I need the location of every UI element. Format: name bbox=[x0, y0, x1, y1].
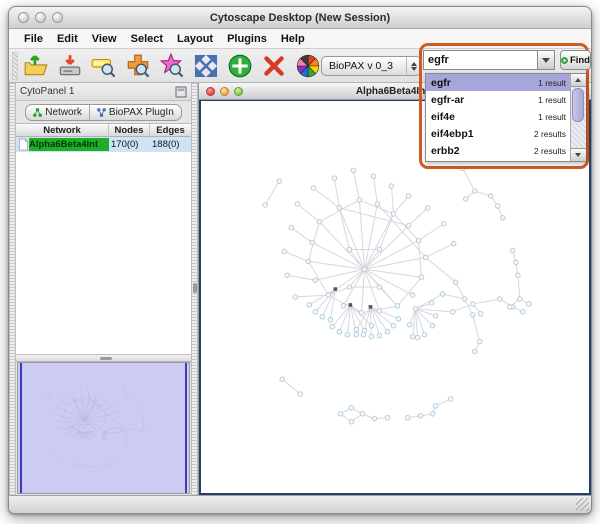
search-result-row[interactable]: eif4e1 result bbox=[426, 108, 570, 125]
find-button[interactable]: Find bbox=[560, 50, 591, 70]
search-dropdown-arrow-icon[interactable] bbox=[537, 50, 555, 70]
table-row[interactable]: Alpha6Beta4Int 170(0) 188(0) bbox=[16, 137, 191, 152]
network-table-header: NetworkNodesEdges bbox=[16, 123, 191, 137]
find-play-icon bbox=[561, 55, 568, 66]
add-icon bbox=[227, 53, 253, 79]
search-results-list: egfr1 resultegfr-ar1 resulteif4e1 result… bbox=[426, 74, 570, 161]
search-result-row[interactable]: eif4ebp12 results bbox=[426, 125, 570, 142]
result-term: eif4e bbox=[431, 111, 538, 123]
column-header-nodes[interactable]: Nodes bbox=[109, 124, 150, 136]
nodes-count-cell: 170(0) bbox=[109, 139, 150, 150]
network-name-cell: Alpha6Beta4Int bbox=[29, 138, 109, 151]
search-combo bbox=[423, 50, 555, 70]
status-bar bbox=[9, 495, 591, 513]
scroll-down-icon[interactable] bbox=[571, 148, 586, 161]
window-title: Cytoscape Desktop (New Session) bbox=[9, 7, 591, 29]
zoom-selected-region-icon bbox=[159, 53, 185, 79]
delete-icon bbox=[261, 53, 287, 79]
document-icon bbox=[18, 138, 29, 151]
dropdown-scrollbar[interactable] bbox=[570, 74, 585, 161]
column-header-edges[interactable]: Edges bbox=[150, 124, 191, 136]
zoom-in-icon bbox=[125, 53, 151, 79]
menu-select[interactable]: Select bbox=[124, 29, 170, 49]
menu-file[interactable]: File bbox=[17, 29, 50, 49]
panel-divider-strip[interactable] bbox=[191, 83, 198, 495]
toolbar-icons bbox=[21, 51, 323, 81]
network-table-area bbox=[16, 152, 191, 355]
search-input[interactable] bbox=[423, 50, 537, 70]
find-button-label: Find bbox=[570, 55, 590, 66]
menu-view[interactable]: View bbox=[85, 29, 124, 49]
edges-count-cell: 188(0) bbox=[150, 139, 191, 150]
search-results-dropdown: egfr1 resultegfr-ar1 resulteif4e1 result… bbox=[425, 73, 586, 162]
birdseye-overview[interactable] bbox=[17, 362, 190, 494]
network-tab-icon bbox=[33, 108, 42, 117]
result-count: 2 results bbox=[534, 129, 566, 139]
result-term: egfr-ar bbox=[431, 94, 538, 106]
menu-help[interactable]: Help bbox=[274, 29, 312, 49]
toolbar-drag-handle[interactable] bbox=[12, 52, 18, 80]
overview-network-thumbnail bbox=[22, 366, 170, 490]
tab-segment-control: NetworkBioPAX PlugIn bbox=[25, 104, 182, 121]
delete-button[interactable] bbox=[259, 51, 289, 81]
left-dock-strip[interactable] bbox=[9, 83, 16, 495]
biopax-tab-icon bbox=[97, 108, 106, 117]
search-result-row[interactable]: erbb22 results bbox=[426, 142, 570, 159]
menu-edit[interactable]: Edit bbox=[50, 29, 85, 49]
cytopanel-tabbar: NetworkBioPAX PlugIn bbox=[16, 101, 191, 123]
scrollbar-thumb[interactable] bbox=[572, 88, 584, 122]
vizmapper-wheel-button[interactable] bbox=[293, 51, 323, 81]
tab-biopax-plugin[interactable]: BioPAX PlugIn bbox=[89, 105, 181, 120]
scroll-up-icon[interactable] bbox=[571, 74, 586, 87]
horizontal-splitter[interactable] bbox=[16, 355, 191, 362]
scrollbar-track[interactable] bbox=[571, 87, 586, 148]
result-term: egfr bbox=[431, 77, 538, 89]
zoom-in-button[interactable] bbox=[123, 51, 153, 81]
result-count: 1 result bbox=[538, 112, 566, 122]
cytopanel-title: CytoPanel 1 bbox=[20, 86, 175, 97]
zoom-selected-region-button[interactable] bbox=[157, 51, 187, 81]
float-panel-icon[interactable] bbox=[175, 86, 187, 98]
result-term: eif4ebp1 bbox=[431, 128, 534, 140]
vizmapper-wheel-icon bbox=[295, 53, 321, 79]
popup-stepper-icon bbox=[406, 57, 420, 75]
view-rect-right-edge bbox=[185, 363, 187, 493]
tab-network[interactable]: Network bbox=[26, 105, 89, 120]
save-session-icon bbox=[57, 53, 83, 79]
menu-plugins[interactable]: Plugins bbox=[220, 29, 274, 49]
result-count: 1 result bbox=[538, 95, 566, 105]
zoom-fit-selected-icon bbox=[91, 53, 117, 79]
search-result-row[interactable]: egfr1 result bbox=[426, 74, 570, 91]
fit-content-icon bbox=[193, 53, 219, 79]
app-window: Cytoscape Desktop (New Session) FileEdit… bbox=[8, 6, 592, 514]
result-term: erbb2 bbox=[431, 145, 534, 157]
result-count: 2 results bbox=[534, 146, 566, 156]
zoom-fit-selected-button[interactable] bbox=[89, 51, 119, 81]
result-count: 1 result bbox=[538, 78, 566, 88]
cytopanel: CytoPanel 1 NetworkBioPAX PlugIn Network… bbox=[16, 83, 191, 495]
import-network-button[interactable] bbox=[21, 51, 51, 81]
menu-bar: FileEditViewSelectLayoutPluginsHelp bbox=[9, 29, 591, 49]
save-session-button[interactable] bbox=[55, 51, 85, 81]
biopax-version-label: BioPAX v 0_3 bbox=[329, 60, 406, 72]
resize-grip-icon[interactable] bbox=[576, 498, 589, 511]
add-button[interactable] bbox=[225, 51, 255, 81]
cytopanel-header: CytoPanel 1 bbox=[16, 83, 191, 101]
fit-content-button[interactable] bbox=[191, 51, 221, 81]
search-result-row[interactable]: egfr-ar1 result bbox=[426, 91, 570, 108]
import-network-icon bbox=[23, 53, 49, 79]
column-header-network[interactable]: Network bbox=[16, 124, 109, 136]
menu-layout[interactable]: Layout bbox=[170, 29, 220, 49]
app-titlebar[interactable]: Cytoscape Desktop (New Session) bbox=[9, 7, 591, 29]
biopax-version-select[interactable]: BioPAX v 0_3 bbox=[321, 56, 421, 76]
